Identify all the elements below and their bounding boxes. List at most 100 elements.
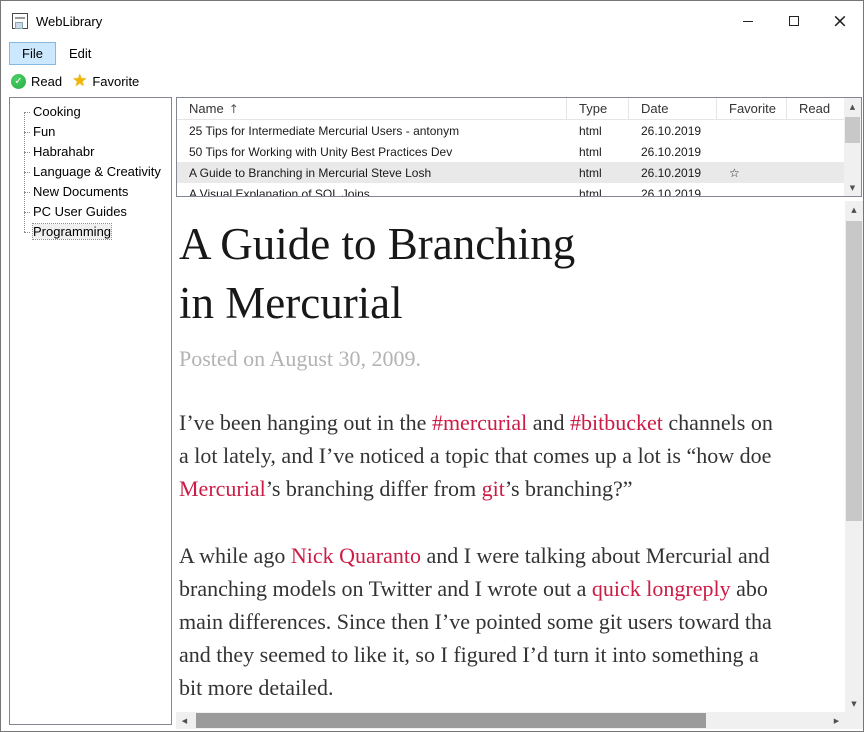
sort-ascending-icon: ↑ <box>229 102 239 116</box>
favorite-button[interactable]: ★ Favorite <box>72 73 139 90</box>
doc-type: html <box>567 187 629 197</box>
article-link[interactable]: #bitbucket <box>570 410 663 435</box>
column-header-type[interactable]: Type <box>567 98 629 119</box>
close-button[interactable]: × <box>817 1 863 41</box>
doc-date: 26.10.2019 <box>629 124 717 138</box>
minimize-icon <box>743 21 753 22</box>
article-line: bit more detailed. <box>179 671 845 704</box>
article-link[interactable]: Mercurial <box>179 476 266 501</box>
doc-date: 26.10.2019 <box>629 166 717 180</box>
article-text: and <box>527 410 570 435</box>
article-line: A while ago Nick Quaranto and I were tal… <box>179 539 845 572</box>
scroll-up-icon[interactable]: ▲ <box>845 201 863 218</box>
sidebar-item-label: PC User Guides <box>33 204 127 219</box>
article-text: branching models on Twitter and I wrote … <box>179 576 592 601</box>
category-tree: Cooking Fun Habrahabr Language & Creativ… <box>9 97 172 725</box>
document-viewer: A Guide to Branching in Mercurial Posted… <box>176 201 863 731</box>
scrollbar-corner <box>845 712 863 729</box>
article-line: and they seemed to like it, so I figured… <box>179 638 845 671</box>
column-header-favorite[interactable]: Favorite <box>717 98 787 119</box>
column-header-name-label: Name <box>189 101 224 116</box>
menu-edit[interactable]: Edit <box>56 42 104 65</box>
article-horizontal-scrollbar[interactable]: ◀ ▶ <box>176 712 845 729</box>
article-title: A Guide to Branching in Mercurial <box>179 215 845 334</box>
window-controls: × <box>725 1 863 41</box>
article-line: I’ve been hanging out in the #mercurial … <box>179 406 845 439</box>
scroll-down-icon[interactable]: ▼ <box>844 179 861 196</box>
doc-name: A Guide to Branching in Mercurial Steve … <box>177 166 567 180</box>
article-text: bit more detailed. <box>179 675 334 700</box>
article-title-line: A Guide to Branching <box>179 215 845 274</box>
scroll-down-icon[interactable]: ▼ <box>845 695 863 712</box>
menu-file[interactable]: File <box>9 42 56 65</box>
scroll-up-icon[interactable]: ▲ <box>844 98 861 115</box>
article-paragraph: I’ve been hanging out in the #mercurial … <box>179 406 845 505</box>
app-window: WebLibrary × File Edit ✓ Read ★ Favorite… <box>0 0 864 732</box>
article-link[interactable]: Nick Quaranto <box>291 543 421 568</box>
document-table: Name ↑ Type Date Favorite Read 25 Tips f… <box>176 97 862 197</box>
article-posted-date: Posted on August 30, 2009. <box>179 346 845 372</box>
app-icon <box>12 13 28 29</box>
close-icon: × <box>832 12 848 31</box>
article-text: a lot lately, and I’ve noticed a topic t… <box>179 443 771 468</box>
read-button[interactable]: ✓ Read <box>11 74 62 89</box>
table-row-selected[interactable]: A Guide to Branching in Mercurial Steve … <box>177 162 844 183</box>
article-text: A while ago <box>179 543 291 568</box>
doc-name: 25 Tips for Intermediate Mercurial Users… <box>177 124 567 138</box>
doc-type: html <box>567 166 629 180</box>
sidebar-item-label: Language & Creativity <box>33 164 161 179</box>
column-header-date[interactable]: Date <box>629 98 717 119</box>
sidebar-item-fun[interactable]: Fun <box>10 122 171 142</box>
article-text: and I were talking about Mercurial and <box>421 543 770 568</box>
sidebar-item-language-creativity[interactable]: Language & Creativity <box>10 162 171 182</box>
scroll-left-icon[interactable]: ◀ <box>176 712 193 729</box>
article-paragraph: A while ago Nick Quaranto and I were tal… <box>179 539 845 704</box>
table-header: Name ↑ Type Date Favorite Read <box>177 98 861 120</box>
sidebar-item-cooking[interactable]: Cooking <box>10 102 171 122</box>
article-text: channels on <box>663 410 773 435</box>
sidebar-item-programming[interactable]: Programming <box>10 222 171 242</box>
article-link[interactable]: git <box>482 476 505 501</box>
read-button-label: Read <box>31 74 62 89</box>
article-text: main differences. Since then I’ve pointe… <box>179 609 772 634</box>
maximize-icon <box>789 16 799 26</box>
article-text: I’ve been hanging out in the <box>179 410 432 435</box>
sidebar-item-pc-user-guides[interactable]: PC User Guides <box>10 202 171 222</box>
doc-name: A Visual Explanation of SQL Joins <box>177 187 567 197</box>
table-row[interactable]: 50 Tips for Working with Unity Best Prac… <box>177 141 844 162</box>
article-text: ’s branching?” <box>505 476 633 501</box>
column-header-name[interactable]: Name ↑ <box>177 98 567 119</box>
article-link[interactable]: quick longreply <box>592 576 731 601</box>
maximize-button[interactable] <box>771 1 817 41</box>
sidebar-item-new-documents[interactable]: New Documents <box>10 182 171 202</box>
article: A Guide to Branching in Mercurial Posted… <box>176 201 845 704</box>
sidebar-item-habrahabr[interactable]: Habrahabr <box>10 142 171 162</box>
article-hscroll-thumb[interactable] <box>196 713 706 728</box>
doc-type: html <box>567 145 629 159</box>
article-line: Mercurial’s branching differ from git’s … <box>179 472 845 505</box>
window-title: WebLibrary <box>36 14 102 29</box>
menu-bar: File Edit <box>1 41 863 65</box>
minimize-button[interactable] <box>725 1 771 41</box>
doc-name: 50 Tips for Working with Unity Best Prac… <box>177 145 567 159</box>
scroll-right-icon[interactable]: ▶ <box>828 712 845 729</box>
table-scrollbar[interactable]: ▲ ▼ <box>844 98 861 196</box>
article-text: ’s branching differ from <box>266 476 482 501</box>
table-scrollbar-thumb[interactable] <box>845 117 860 143</box>
favorite-star-icon: ★ <box>72 73 87 90</box>
article-vertical-scrollbar[interactable]: ▲ ▼ <box>845 201 863 712</box>
article-link[interactable]: #mercurial <box>432 410 527 435</box>
article-text: abo <box>731 576 768 601</box>
table-row[interactable]: A Visual Explanation of SQL Joins html 2… <box>177 183 844 196</box>
read-check-icon: ✓ <box>11 74 26 89</box>
doc-date: 26.10.2019 <box>629 187 717 197</box>
sidebar-item-label: New Documents <box>33 184 128 199</box>
toolbar: ✓ Read ★ Favorite <box>1 65 863 97</box>
doc-type: html <box>567 124 629 138</box>
article-line: a lot lately, and I’ve noticed a topic t… <box>179 439 845 472</box>
article-vscroll-thumb[interactable] <box>846 221 862 521</box>
sidebar-item-label: Cooking <box>33 104 81 119</box>
article-line: main differences. Since then I’ve pointe… <box>179 605 845 638</box>
article-text: and they seemed to like it, so I figured… <box>179 642 759 667</box>
table-row[interactable]: 25 Tips for Intermediate Mercurial Users… <box>177 120 844 141</box>
